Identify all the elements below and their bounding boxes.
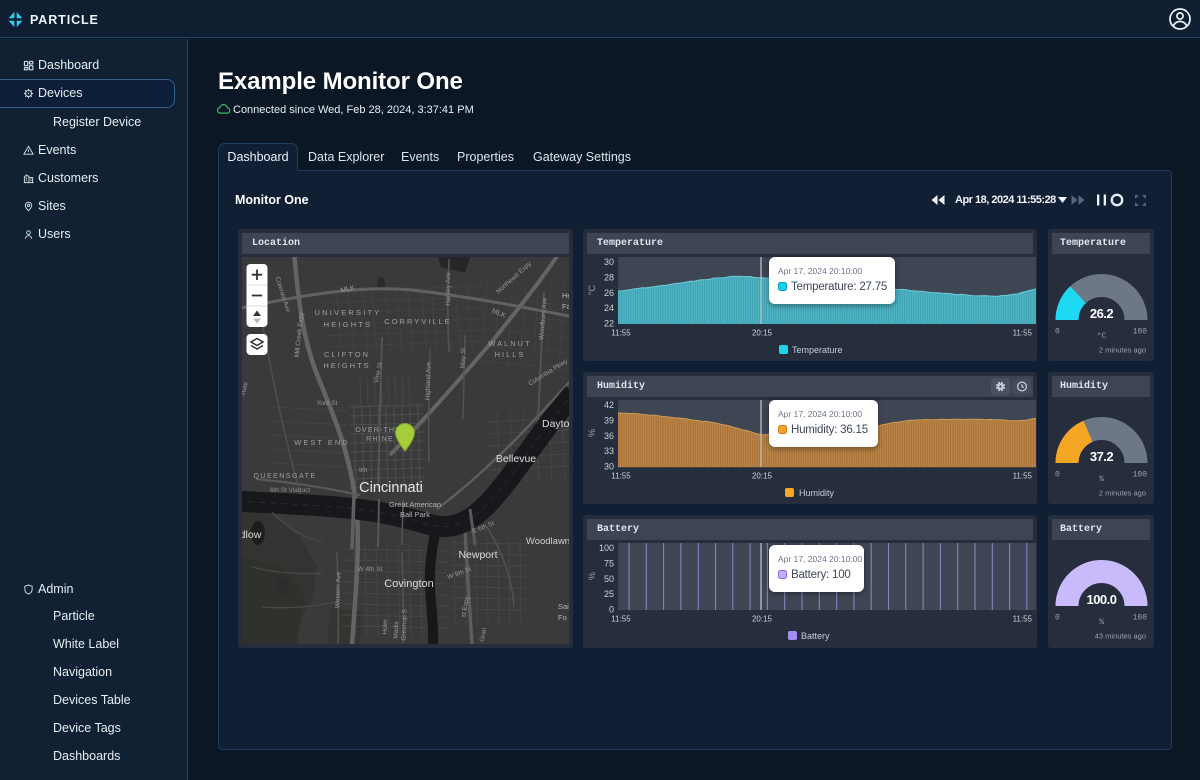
svg-text:2 minutes ago: 2 minutes ago (1099, 346, 1146, 355)
svg-text:2 minutes ago: 2 minutes ago (1099, 489, 1146, 498)
svg-text:33: 33 (604, 446, 614, 456)
svg-text:York St: York St (317, 400, 338, 407)
svg-text:HEIGHTS: HEIGHTS (323, 361, 370, 370)
svg-text:Woodlawn: Woodlawn (526, 536, 569, 547)
svg-text:Fairf: Fairf (562, 302, 569, 311)
svg-text:0: 0 (609, 605, 614, 615)
svg-text:75: 75 (604, 558, 614, 568)
svg-text:Humidity: Humidity (799, 488, 835, 498)
svg-text:QUEENSGATE: QUEENSGATE (253, 473, 316, 480)
svg-text:%: % (1099, 618, 1104, 627)
svg-text:Dayton: Dayton (542, 418, 569, 430)
svg-text:HEIGHTS: HEIGHTS (324, 320, 373, 329)
svg-text:Temperature: Temperature (792, 345, 843, 355)
svg-text:11:55: 11:55 (1013, 472, 1033, 481)
svg-text:°C: °C (1097, 332, 1107, 341)
svg-text:30: 30 (604, 257, 614, 267)
svg-text:100: 100 (599, 543, 614, 553)
svg-text:39: 39 (604, 415, 614, 425)
svg-text:42: 42 (604, 400, 614, 410)
svg-text:Ball Park: Ball Park (400, 510, 430, 519)
svg-text:43 minutes ago: 43 minutes ago (1095, 632, 1146, 641)
svg-text:37.2: 37.2 (1090, 449, 1114, 464)
svg-text:%: % (587, 429, 597, 437)
svg-text:Ludlow: Ludlow (242, 529, 262, 541)
svg-text:Fo: Fo (558, 613, 567, 622)
svg-text:Sain: Sain (558, 602, 569, 611)
svg-text:11:55: 11:55 (1013, 615, 1033, 624)
svg-text:Holm: Holm (382, 619, 390, 634)
svg-text:0: 0 (1055, 328, 1060, 337)
svg-text:WEST END: WEST END (294, 438, 349, 447)
svg-text:28: 28 (604, 272, 614, 282)
svg-text:Hew: Hew (562, 291, 569, 300)
svg-text:%: % (587, 572, 597, 580)
svg-text:Highland Ave: Highland Ave (424, 361, 432, 400)
svg-text:20:15: 20:15 (752, 329, 773, 338)
svg-text:Harvey Ave: Harvey Ave (445, 272, 452, 306)
svg-text:100: 100 (1133, 614, 1148, 623)
svg-text:Western Ave: Western Ave (334, 571, 342, 608)
svg-text:20:15: 20:15 (752, 615, 773, 624)
svg-text:Bellevue: Bellevue (496, 453, 536, 465)
svg-text:Great American: Great American (389, 500, 441, 509)
svg-text:22: 22 (604, 319, 614, 329)
svg-text:100: 100 (1133, 471, 1148, 480)
svg-text:0: 0 (1055, 471, 1060, 480)
svg-text:6th St Viaduct: 6th St Viaduct (270, 487, 311, 494)
svg-text:RHINE: RHINE (366, 436, 394, 443)
svg-text:W 4th St: W 4th St (358, 566, 383, 573)
svg-text:CLIFTON: CLIFTON (324, 350, 370, 359)
svg-text:CORRYVILLE: CORRYVILLE (384, 317, 451, 326)
svg-text:24: 24 (604, 303, 614, 313)
svg-text:9th: 9th (359, 468, 367, 474)
svg-text:100.0: 100.0 (1086, 592, 1116, 607)
svg-text:Madis: Madis (393, 620, 401, 638)
svg-text:Cincinnati: Cincinnati (359, 480, 423, 496)
svg-text:0: 0 (1055, 614, 1060, 623)
svg-text:11:55: 11:55 (611, 615, 631, 624)
svg-text:11:55: 11:55 (1013, 329, 1033, 338)
svg-text:Greenup S: Greenup S (400, 608, 408, 640)
svg-text:%: % (1099, 475, 1104, 484)
svg-text:Covington: Covington (384, 578, 434, 590)
svg-text:25: 25 (604, 589, 614, 599)
svg-text:°C: °C (587, 284, 597, 295)
svg-text:WALNUT: WALNUT (488, 339, 531, 348)
svg-text:26: 26 (604, 288, 614, 298)
svg-text:Battery: Battery (801, 631, 830, 641)
svg-text:HILLS: HILLS (495, 350, 526, 359)
svg-text:30: 30 (604, 462, 614, 472)
svg-text:May St: May St (460, 348, 468, 369)
svg-text:50: 50 (604, 574, 614, 584)
svg-text:36: 36 (604, 431, 614, 441)
svg-text:26.2: 26.2 (1090, 306, 1114, 321)
svg-text:100: 100 (1133, 328, 1148, 337)
svg-text:UNIVERSITY: UNIVERSITY (314, 308, 381, 317)
svg-text:11:55: 11:55 (611, 329, 631, 338)
svg-text:11:55: 11:55 (611, 472, 631, 481)
svg-text:Newport: Newport (458, 549, 497, 561)
svg-text:20:15: 20:15 (752, 472, 773, 481)
